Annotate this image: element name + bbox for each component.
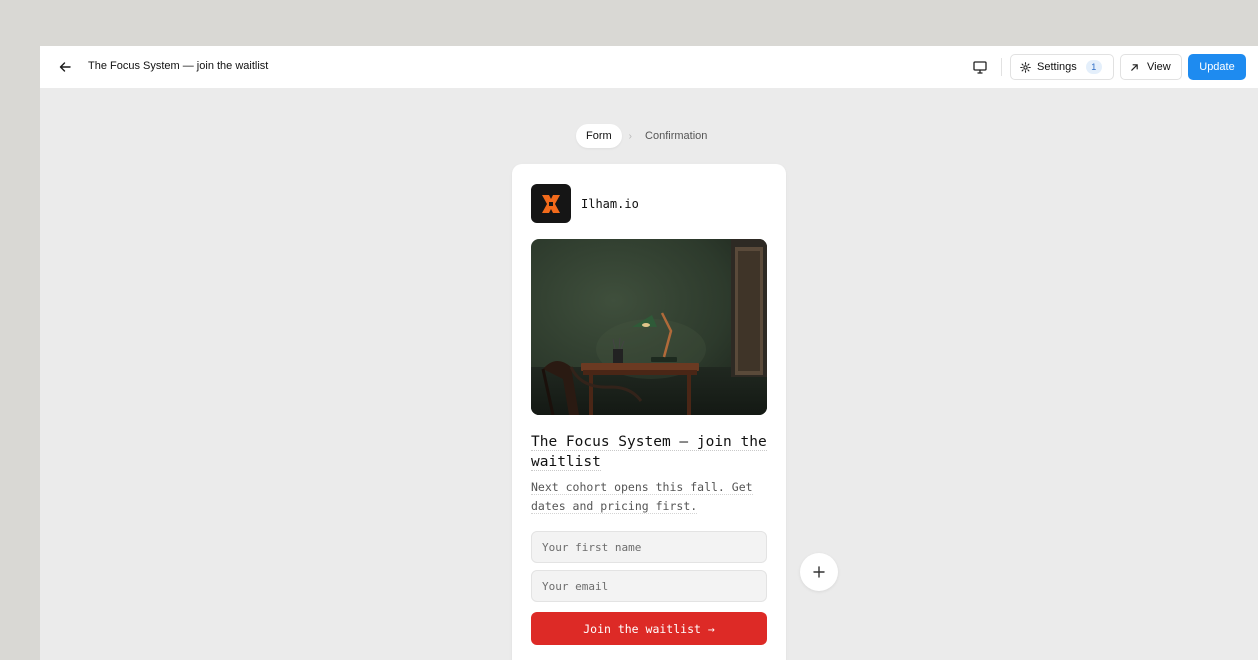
- update-button[interactable]: Update: [1188, 54, 1246, 80]
- step-navigation: Form › Confirmation: [576, 124, 707, 148]
- form-subtitle-text: Next cohort opens this fall. Get dates a…: [531, 480, 753, 514]
- email-field[interactable]: [531, 570, 767, 602]
- gear-icon: [1020, 61, 1031, 73]
- brand-name: Ilham.io: [581, 196, 639, 211]
- settings-button[interactable]: Settings 1: [1010, 54, 1114, 80]
- document-title: The Focus System — join the waitlist: [88, 60, 269, 72]
- hero-image: [531, 239, 767, 415]
- arrow-up-right-icon: [1131, 63, 1138, 71]
- brand-header: Ilham.io: [531, 184, 639, 223]
- view-label: View: [1147, 61, 1171, 73]
- view-button[interactable]: View: [1120, 54, 1182, 80]
- top-bar: The Focus System — join the waitlist Set…: [40, 46, 1258, 88]
- arrow-left-icon: [59, 62, 71, 72]
- toolbar-divider: [1001, 58, 1002, 76]
- form-headline: The Focus System — join the waitlist: [531, 432, 771, 472]
- join-waitlist-button[interactable]: Join the waitlist →: [531, 612, 767, 645]
- add-block-button[interactable]: [800, 553, 838, 591]
- form-preview-card: Ilham.io The Focus System — join the wai…: [512, 164, 786, 660]
- chevron-right-icon: ›: [628, 130, 633, 142]
- settings-label: Settings: [1037, 61, 1077, 73]
- step-confirmation[interactable]: Confirmation: [645, 130, 707, 142]
- settings-count-badge: 1: [1085, 60, 1102, 74]
- plus-icon: [813, 566, 825, 578]
- first-name-field[interactable]: [531, 531, 767, 563]
- x-mark-logo-icon: [542, 194, 560, 213]
- brand-logo: [531, 184, 571, 223]
- editor-window: The Focus System — join the waitlist Set…: [40, 46, 1258, 660]
- back-button[interactable]: [54, 57, 76, 77]
- step-form[interactable]: Form: [576, 124, 622, 148]
- device-preview-button[interactable]: [970, 58, 990, 76]
- form-headline-text: The Focus System — join the waitlist: [531, 434, 767, 471]
- desktop-monitor-icon: [973, 60, 987, 74]
- form-subtitle: Next cohort opens this fall. Get dates a…: [531, 478, 771, 515]
